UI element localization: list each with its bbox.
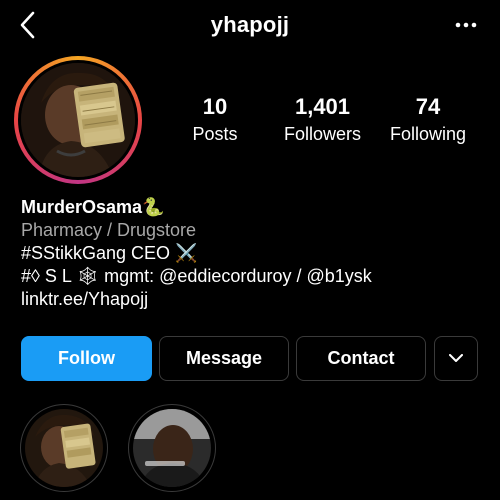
highlight-cover <box>133 409 211 487</box>
bio-link[interactable]: linktr.ee/Yhapojj <box>21 289 148 309</box>
profile-avatar-story-ring[interactable] <box>14 56 142 184</box>
profile-category: Pharmacy / Drugstore <box>21 220 197 240</box>
following-count-label: Following <box>389 124 467 144</box>
following-count[interactable]: 74 Following <box>383 94 473 146</box>
message-button[interactable]: Message <box>159 336 289 381</box>
posts-count-label: Posts <box>192 124 238 144</box>
more-horizontal-icon <box>455 22 477 28</box>
follow-button[interactable]: Follow <box>21 336 152 381</box>
posts-count-value: 10 <box>202 94 228 119</box>
top-bar: yhapojj <box>0 0 500 50</box>
highlight-cover-image <box>133 409 211 487</box>
following-count-value: 74 <box>415 94 441 119</box>
posts-count[interactable]: 10 Posts <box>185 94 245 146</box>
followers-count-label: Followers <box>283 124 362 144</box>
contact-button[interactable]: Contact <box>296 336 426 381</box>
avatar-gap <box>18 60 138 180</box>
followers-count-value: 1,401 <box>294 94 351 119</box>
story-highlight[interactable] <box>128 404 216 492</box>
profile-avatar <box>21 63 135 177</box>
chevron-down-icon <box>449 354 463 362</box>
display-name: MurderOsama🐍 <box>21 197 165 217</box>
profile-bio: MurderOsama🐍 Pharmacy / Drugstore #SStik… <box>21 196 491 311</box>
followers-count[interactable]: 1,401 Followers <box>275 94 370 146</box>
bio-line-1: #SStikkGang CEO ⚔️ <box>21 243 198 263</box>
suggested-accounts-button[interactable] <box>434 336 478 381</box>
profile-username: yhapojj <box>210 12 290 37</box>
bio-line-2: #◊ S L 🕸 mgmt: @eddiecorduroy / @b1ysk <box>21 266 372 286</box>
highlight-cover-image <box>25 409 103 487</box>
highlight-cover <box>25 409 103 487</box>
avatar-photo-image <box>21 63 135 177</box>
story-highlight[interactable] <box>20 404 108 492</box>
more-options-button[interactable] <box>454 15 478 35</box>
